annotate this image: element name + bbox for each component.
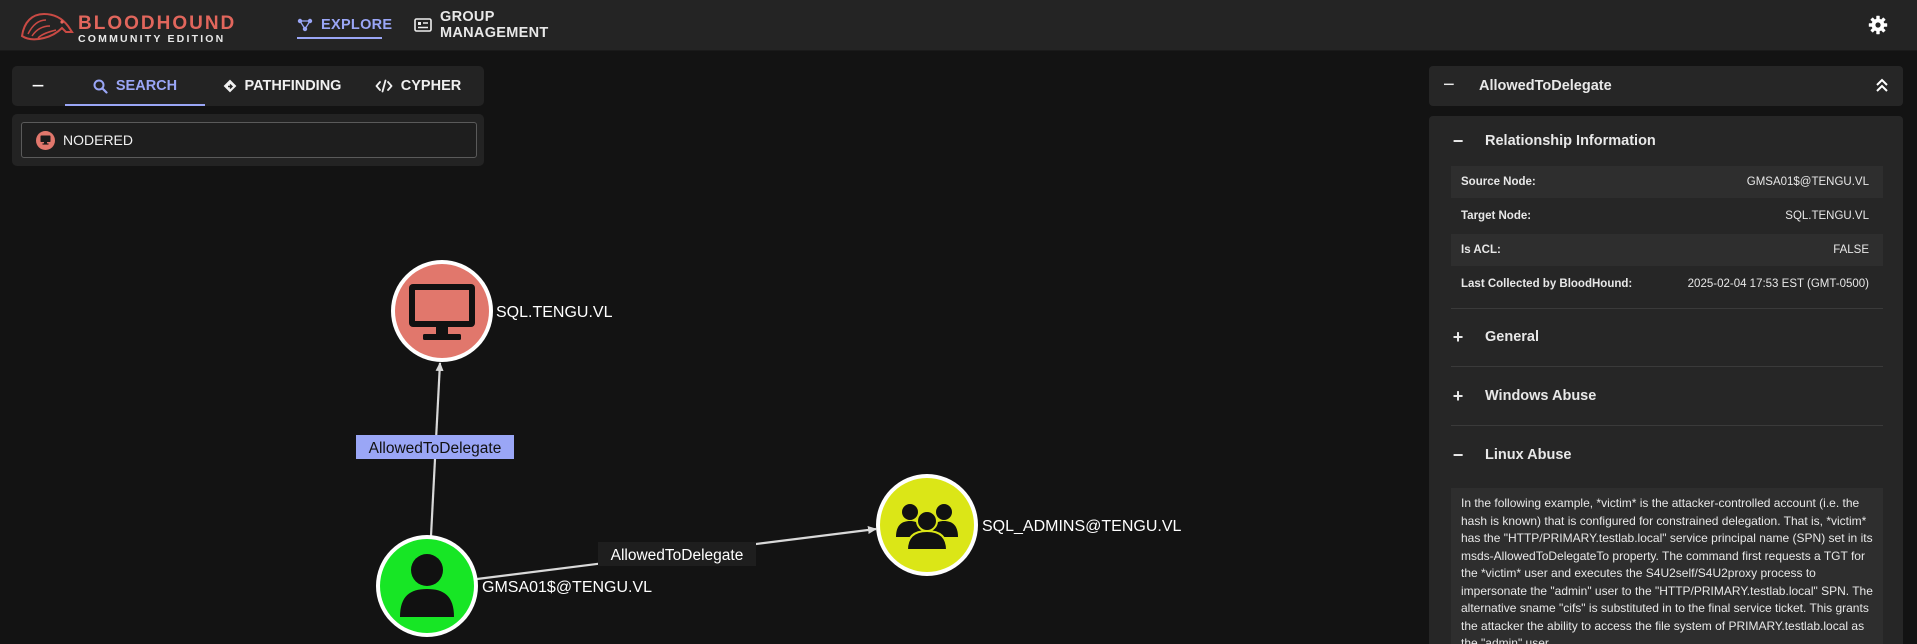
expand-section-icon: + [1452,326,1464,347]
settings-button[interactable] [1868,15,1888,40]
gear-icon [1868,15,1888,35]
nav-tab-explore[interactable]: EXPLORE [297,0,392,50]
graph-canvas[interactable]: AllowedToDelegate AllowedToDelegate SQL.… [0,51,1420,644]
property-key: Is ACL: [1461,244,1501,256]
property-key: Source Node: [1461,176,1536,188]
brand-name: BLOODHOUND [78,13,237,34]
expand-section-icon: + [1452,385,1464,406]
edge-details-body: − Relationship Information Source Node: … [1429,116,1903,644]
brand-edition: COMMUNITY EDITION [78,33,226,45]
graph-node-sql-computer[interactable]: SQL.TENGU.VL [391,260,613,362]
property-value: 2025-02-04 17:53 EST (GMT-0500) [1687,278,1869,290]
section-title: Windows Abuse [1485,388,1597,404]
property-row: Last Collected by BloodHound: 2025-02-04… [1451,268,1883,300]
section-windows-abuse[interactable]: + Windows Abuse [1451,381,1597,411]
nav-tab-group-management[interactable]: GROUP MANAGEMENT [414,0,589,50]
edge-label-text-2: AllowedToDelegate [611,547,744,564]
collapse-section-icon: − [1452,444,1464,465]
property-row: Source Node: GMSA01$@TENGU.VL [1451,166,1883,198]
divider [1451,366,1883,367]
explore-graph-icon [297,18,313,32]
edge-details-title: AllowedToDelegate [1479,78,1612,94]
nav-tab-explore-label: EXPLORE [321,17,393,33]
property-row: Target Node: SQL.TENGU.VL [1451,200,1883,232]
graph-node-sql-admins-group[interactable]: SQL_ADMINS@TENGU.VL [876,474,1182,576]
linux-abuse-text: In the following example, *victim* is th… [1451,488,1883,644]
property-value: SQL.TENGU.VL [1785,210,1869,222]
property-row: Is ACL: FALSE [1451,234,1883,266]
id-card-icon [414,18,432,32]
collapse-details-button[interactable]: − [1443,74,1455,97]
node-label-gmsa: GMSA01$@TENGU.VL [482,579,652,596]
property-value: FALSE [1833,244,1869,256]
divider [1451,425,1883,426]
edge-details-header: − AllowedToDelegate [1429,66,1903,106]
section-title: Linux Abuse [1485,447,1572,463]
expand-collapse-all-button[interactable] [1875,77,1889,98]
section-linux-abuse[interactable]: − Linux Abuse [1451,440,1572,470]
property-value: GMSA01$@TENGU.VL [1746,176,1869,188]
section-general[interactable]: + General [1451,322,1539,352]
node-label-sql-admins: SQL_ADMINS@TENGU.VL [982,518,1182,535]
hound-logo-icon [20,12,74,41]
section-title: General [1485,329,1539,345]
nav-tab-group-management-label: GROUP MANAGEMENT [440,9,549,41]
double-chevron-up-icon [1876,78,1888,92]
divider [1451,308,1883,309]
bloodhound-logo[interactable]: BLOODHOUND COMMUNITY EDITION [18,4,238,46]
property-key: Target Node: [1461,210,1532,222]
top-bar: BLOODHOUND COMMUNITY EDITION EXPLORE GRO… [0,0,1917,51]
section-relationship-information[interactable]: − Relationship Information [1451,126,1656,156]
property-key: Last Collected by BloodHound: [1461,278,1633,290]
edge-label-text-1: AllowedToDelegate [369,440,502,457]
edge-label[interactable]: AllowedToDelegate [598,542,756,566]
section-title: Relationship Information [1485,133,1656,149]
edge-label-selected[interactable]: AllowedToDelegate [356,435,514,459]
collapse-section-icon: − [1452,130,1464,151]
node-label-sql: SQL.TENGU.VL [496,304,613,321]
